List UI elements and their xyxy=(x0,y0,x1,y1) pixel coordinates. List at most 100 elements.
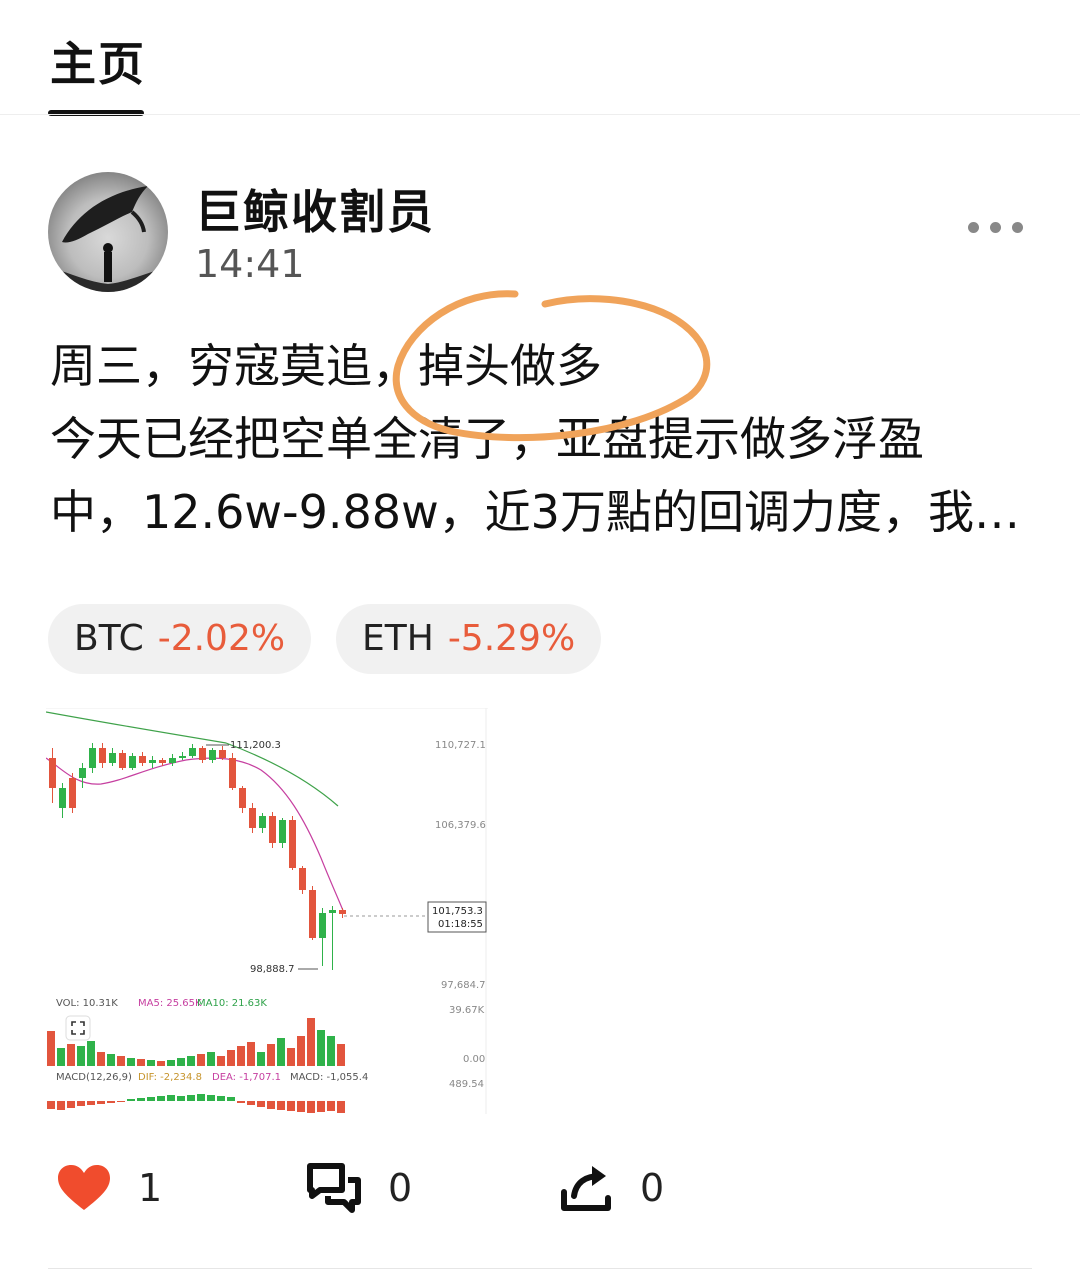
candle-body xyxy=(159,760,166,763)
volume-bar xyxy=(87,1041,95,1066)
macd-bar xyxy=(77,1101,85,1106)
volume-bar xyxy=(267,1044,275,1066)
candle-body xyxy=(59,788,66,808)
macd-bar xyxy=(57,1101,65,1110)
volume-bar xyxy=(337,1044,345,1066)
macd-bar xyxy=(257,1101,265,1107)
comment-button[interactable]: 0 xyxy=(306,1158,412,1218)
like-button[interactable]: 1 xyxy=(56,1158,162,1218)
volume-bar xyxy=(157,1061,165,1066)
macd-bar xyxy=(227,1097,235,1101)
candle-body xyxy=(189,748,196,756)
candle-body xyxy=(219,750,226,758)
candle-body xyxy=(69,778,76,808)
macd-bar xyxy=(237,1101,245,1103)
volume-bar xyxy=(107,1054,115,1066)
avatar[interactable] xyxy=(48,172,168,292)
low-price-label: 98,888.7 xyxy=(250,964,295,975)
ticker-chip-btc[interactable]: BTC -2.02% xyxy=(48,604,312,674)
comment-count: 0 xyxy=(388,1166,413,1210)
vol-axis-zero: 0.00 xyxy=(463,1054,485,1065)
volume-bar xyxy=(227,1050,235,1066)
candle-body xyxy=(309,890,316,938)
volume-bar xyxy=(287,1048,295,1066)
volume-bar xyxy=(237,1046,245,1066)
more-options-button[interactable] xyxy=(968,218,1038,248)
volume-bar xyxy=(167,1060,175,1066)
candle-body xyxy=(149,760,156,763)
volume-bar xyxy=(97,1052,105,1066)
post-time: 14:41 xyxy=(195,242,305,286)
macd-bar xyxy=(147,1097,155,1101)
macd-bar xyxy=(267,1101,275,1109)
macd-bar xyxy=(97,1101,105,1104)
vol-ma10-label: MA10: 21.63K xyxy=(197,998,267,1009)
macd-bar xyxy=(167,1095,175,1101)
candle-body xyxy=(239,788,246,808)
volume-bar xyxy=(297,1036,305,1066)
header-divider xyxy=(0,114,1080,115)
candle-body xyxy=(329,910,336,913)
ticker-change: -2.02% xyxy=(157,618,286,659)
macd-bar xyxy=(187,1095,195,1101)
vol-ma5-label: MA5: 25.65K xyxy=(138,998,202,1009)
candle-body xyxy=(209,750,216,760)
fullscreen-icon xyxy=(65,1015,91,1041)
volume-bar xyxy=(117,1056,125,1066)
post-divider xyxy=(48,1268,1032,1269)
macd-bar xyxy=(47,1101,55,1109)
candle-body xyxy=(129,756,136,768)
candle-body xyxy=(259,816,266,828)
volume-bar xyxy=(137,1059,145,1066)
candle-body xyxy=(249,808,256,828)
macd-bar xyxy=(217,1096,225,1101)
macd-bar xyxy=(87,1101,95,1105)
ticker-chip-eth[interactable]: ETH -5.29% xyxy=(336,604,602,674)
post-line: 中，12.6w-9.88w，近3万點的回调力度，我… xyxy=(50,485,1020,539)
high-price-label: 111,200.3 xyxy=(230,740,281,751)
price-axis-label: 110,727.1 xyxy=(435,740,486,751)
macd-bar xyxy=(297,1101,305,1112)
macd-params-label: MACD(12,26,9) xyxy=(56,1072,132,1083)
share-icon xyxy=(561,1166,611,1211)
hand-drawn-circle-annotation xyxy=(392,290,711,442)
tab-active-indicator xyxy=(48,110,144,116)
candle-body xyxy=(339,910,346,914)
tab-home[interactable]: 主页 xyxy=(50,28,146,94)
volume-bar xyxy=(77,1046,85,1066)
macd-bar xyxy=(197,1094,205,1101)
candle-body xyxy=(299,868,306,890)
share-button[interactable]: 0 xyxy=(558,1158,664,1218)
dot-icon xyxy=(968,222,979,233)
volume-bar xyxy=(67,1044,75,1066)
dif-label: DIF: -2,234.8 xyxy=(138,1072,202,1083)
volume-bar xyxy=(147,1060,155,1066)
candle-body xyxy=(179,756,186,758)
comment-icon xyxy=(307,1163,361,1213)
macd-bar xyxy=(117,1101,125,1102)
kline-chart: 101,753.3 01:18:55 111,200.3 98,888.7 11… xyxy=(46,708,488,1114)
macd-bar xyxy=(207,1095,215,1101)
candle-body xyxy=(229,758,236,788)
countdown-label: 01:18:55 xyxy=(438,919,483,930)
price-axis-label: 106,379.6 xyxy=(435,820,486,831)
ticker-change: -5.29% xyxy=(447,618,576,659)
candle-body xyxy=(119,753,126,768)
price-axis-label: 97,684.7 xyxy=(441,980,486,991)
heart-icon xyxy=(58,1165,110,1210)
dea-label: DEA: -1,707.1 xyxy=(212,1072,281,1083)
macd-bar xyxy=(317,1101,325,1112)
volume-bar xyxy=(317,1030,325,1066)
macd-bar xyxy=(247,1101,255,1105)
candle-body xyxy=(89,748,96,768)
macd-bar xyxy=(307,1101,315,1113)
candle-body xyxy=(109,753,116,763)
candle-body xyxy=(99,748,106,763)
vol-axis-label: 39.67K xyxy=(449,1005,485,1016)
dot-icon xyxy=(1012,222,1023,233)
ticker-symbol: BTC xyxy=(74,618,144,659)
volume-bar xyxy=(307,1018,315,1066)
dot-icon xyxy=(990,222,1001,233)
author-name[interactable]: 巨鲸收割员 xyxy=(195,176,435,242)
attached-chart-image[interactable]: 101,753.3 01:18:55 111,200.3 98,888.7 11… xyxy=(46,708,488,1114)
